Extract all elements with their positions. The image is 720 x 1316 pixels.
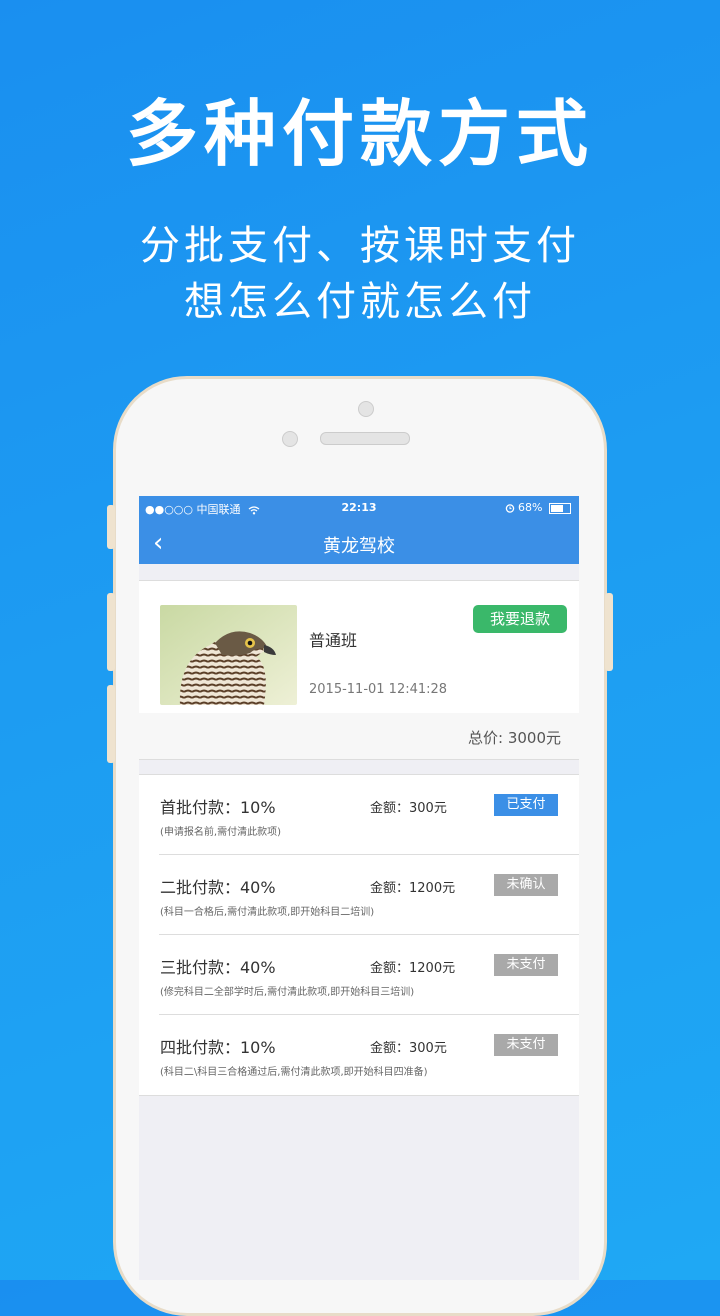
payment-note: (申请报名前,需付清此款项) [160,827,281,838]
payment-note: (科目一合格后,需付清此款项,即开始科目二培训) [160,907,375,918]
payment-row[interactable]: 四批付款：10% 金额：300元 (科目二\科目三合格通过后,需付清此款项,即开… [139,1015,579,1095]
status-right: 68% [505,501,571,514]
payment-row[interactable]: 三批付款：40% 金额：1200元 (修完科目二全部学时后,需付清此款项,即开始… [139,935,579,1015]
promo-subline-2: 想怎么付就怎么付 [184,279,536,325]
payment-row[interactable]: 二批付款：40% 金额：1200元 (科目一合格后,需付清此款项,即开始科目二培… [139,855,579,935]
order-card: 普通班 2015-11-01 12:41:28 我要退款 总价: 3000元 [139,580,579,760]
battery-icon [549,502,571,514]
phone-speaker [320,432,410,445]
payment-status-badge[interactable]: 未支付 [494,1034,558,1056]
refund-button[interactable]: 我要退款 [473,605,567,633]
promo-subline-1: 分批支付、按课时支付 [140,223,580,269]
payment-status-badge[interactable]: 未支付 [494,954,558,976]
order-datetime: 2015-11-01 12:41:28 [309,682,448,697]
payment-amount: 金额：300元 [370,1041,447,1056]
battery-percent: 68% [518,501,543,514]
phone-side-button [605,593,613,671]
page-title: 黄龙驾校 [323,536,395,557]
payment-note: (科目二\科目三合格通过后,需付清此款项,即开始科目四准备) [160,1067,428,1078]
payment-amount: 金额：300元 [370,801,447,816]
course-name: 普通班 [309,631,358,650]
phone-side-button [107,685,115,763]
payment-status-badge: 已支付 [494,794,558,816]
payment-label: 三批付款：40% [160,958,276,977]
nav-bar: ‹ 黄龙驾校 [139,520,579,564]
payment-label: 二批付款：40% [160,878,276,897]
phone-side-button [107,505,115,549]
phone-camera [358,401,374,417]
payment-amount: 金额：1200元 [370,961,456,976]
total-price: 总价: 3000元 [468,729,561,747]
payment-note: (修完科目二全部学时后,需付清此款项,即开始科目三培训) [160,987,415,998]
payment-amount: 金额：1200元 [370,881,456,896]
phone-sensor [282,431,298,447]
payment-list: 首批付款：10% 金额：300元 (申请报名前,需付清此款项) 已支付 二批付款… [139,774,579,1096]
alarm-icon [505,501,519,514]
status-bar: ●●○○○ 中国联通 22:13 68% [139,496,579,520]
payment-status-badge[interactable]: 未确认 [494,874,558,896]
course-thumbnail [160,605,297,705]
payment-row[interactable]: 首批付款：10% 金额：300元 (申请报名前,需付清此款项) 已支付 [139,775,579,855]
total-bar: 总价: 3000元 [139,713,579,759]
payment-label: 四批付款：10% [160,1038,276,1057]
app-screen: ●●○○○ 中国联通 22:13 68% ‹ 黄龙驾校 普通班 2015-11-… [139,496,579,1280]
phone-side-button [107,593,115,671]
payment-label: 首批付款：10% [160,798,276,817]
promo-headline: 多种付款方式 [125,92,594,176]
